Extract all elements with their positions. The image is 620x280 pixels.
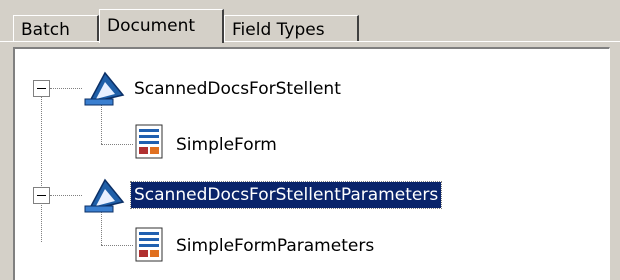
- tab-document-label: Document: [107, 16, 196, 36]
- tree-child-connector-1: [101, 144, 133, 145]
- tree-node-label: ScannedDocsForStellentParameters: [134, 185, 439, 205]
- document-class-icon: [84, 178, 125, 213]
- tree-node-simpleform[interactable]: SimpleForm: [173, 132, 280, 158]
- tab-divider: [0, 41, 620, 42]
- tab-field-types[interactable]: Field Types: [224, 15, 359, 41]
- tree-node-label: ScannedDocsForStellent: [134, 79, 341, 99]
- tree-node-label: SimpleFormParameters: [176, 236, 375, 256]
- tree-child-line-1: [101, 104, 102, 144]
- collapse-toggle-node-2[interactable]: [33, 187, 50, 204]
- tree-node-scanneddocsforstellentparameters[interactable]: ScannedDocsForStellentParameters: [129, 181, 443, 209]
- tree-child-connector-2: [101, 245, 133, 246]
- tree-root-line: [41, 94, 42, 242]
- tab-document[interactable]: Document: [99, 9, 224, 43]
- form-icon: [135, 227, 163, 262]
- tree-connector-1: [50, 88, 82, 89]
- tab-field-types-label: Field Types: [232, 20, 325, 40]
- tree-child-line-2: [101, 211, 102, 245]
- tree-node-scanneddocsforstellent[interactable]: ScannedDocsForStellent: [131, 76, 344, 102]
- collapse-toggle-node-1[interactable]: [33, 80, 50, 97]
- tab-batch-label: Batch: [21, 20, 70, 40]
- document-tree-view[interactable]: ScannedDocsForStellent SimpleForm Scanne…: [13, 47, 610, 280]
- tab-strip: Batch Document Field Types: [0, 0, 620, 43]
- tree-node-simpleformparameters[interactable]: SimpleFormParameters: [173, 233, 377, 259]
- tab-batch[interactable]: Batch: [13, 15, 99, 41]
- tree-node-label: SimpleForm: [176, 135, 277, 155]
- tree-connector-2: [50, 195, 82, 196]
- form-icon: [135, 124, 163, 159]
- document-class-icon: [84, 71, 125, 106]
